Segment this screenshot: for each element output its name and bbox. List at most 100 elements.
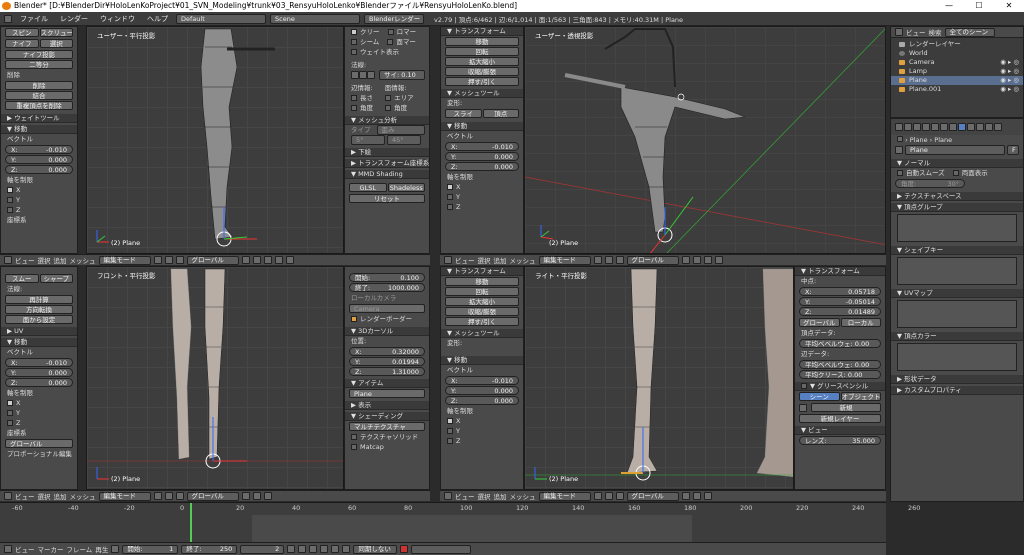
analysis-min-field[interactable]: 5° bbox=[351, 135, 385, 145]
rotate-button[interactable]: 回転 bbox=[445, 287, 519, 296]
face-angle-checkbox[interactable]: 角度 bbox=[385, 104, 407, 112]
pivot-icon[interactable] bbox=[164, 492, 173, 500]
maximize-button[interactable]: ☐ bbox=[964, 0, 994, 12]
vertex-groups-list[interactable] bbox=[897, 214, 1017, 242]
start-frame-field[interactable]: 開始: 1 bbox=[122, 544, 179, 554]
global-button[interactable]: グローバル bbox=[799, 318, 840, 327]
vertex-select-icon[interactable] bbox=[681, 492, 690, 500]
seam-checkbox[interactable]: シーム bbox=[351, 38, 379, 46]
manipulator-icon[interactable] bbox=[615, 492, 624, 500]
outliner-item-world[interactable]: World bbox=[891, 49, 1023, 58]
snap-icon[interactable] bbox=[714, 256, 723, 264]
layers-tab-icon[interactable] bbox=[904, 123, 912, 131]
minimize-button[interactable]: — bbox=[934, 0, 964, 12]
vector-y-field[interactable]: Y: 0.000 bbox=[5, 155, 73, 164]
shadeless-button[interactable]: Shadeless bbox=[387, 183, 425, 192]
uv-maps-header[interactable]: ▼ UVマップ bbox=[891, 289, 1023, 298]
delete-button[interactable]: 削除 bbox=[5, 81, 73, 90]
item-name-field[interactable]: Plane bbox=[349, 389, 425, 398]
local-button[interactable]: ローカル bbox=[840, 318, 881, 327]
pivot-icon[interactable] bbox=[604, 492, 613, 500]
auto-smooth-angle-field[interactable]: 角度: 30° bbox=[895, 179, 965, 188]
merge-button[interactable]: 結合 bbox=[5, 91, 73, 100]
shading-header[interactable]: ▼ シェーディング bbox=[345, 412, 429, 421]
jump-end-icon[interactable] bbox=[342, 545, 351, 553]
bisect-button[interactable]: 二等分 bbox=[5, 60, 73, 69]
constraint-y-checkbox[interactable]: Y bbox=[1, 408, 77, 418]
record-icon[interactable] bbox=[111, 545, 120, 553]
vector-x-field[interactable]: X: -0.010 bbox=[445, 142, 519, 151]
menu-file[interactable]: ファイル bbox=[16, 14, 52, 24]
sync-mode-select[interactable]: 同期しない bbox=[353, 544, 398, 554]
texture-solid-checkbox[interactable]: テクスチャソリッド bbox=[345, 432, 429, 442]
next-keyframe-icon[interactable] bbox=[331, 545, 340, 553]
smooth-button[interactable]: スムー bbox=[5, 274, 39, 283]
current-frame-field[interactable]: 2 bbox=[240, 544, 285, 554]
add-menu[interactable]: 追加 bbox=[494, 491, 507, 501]
auto-keying-icon[interactable] bbox=[400, 545, 409, 553]
shape-keys-header[interactable]: ▼ シェイプキー bbox=[891, 246, 1023, 255]
pivot-icon[interactable] bbox=[164, 256, 173, 264]
vector-z-field[interactable]: Z: 0.000 bbox=[445, 396, 519, 405]
vertex-normal-icon[interactable] bbox=[351, 71, 359, 79]
auto-smooth-checkbox[interactable]: 自動スムーズ bbox=[897, 169, 945, 177]
recalculate-button[interactable]: 再計算 bbox=[5, 295, 73, 304]
mesh-menu[interactable]: メッシュ bbox=[510, 255, 536, 265]
shading-icon[interactable] bbox=[593, 256, 602, 264]
physics-tab-icon[interactable] bbox=[994, 123, 1002, 131]
push-pull-button[interactable]: 押す/引く bbox=[445, 77, 519, 86]
visibility-icons[interactable]: ◉ ▸ ◎ bbox=[1000, 85, 1019, 94]
constraint-z-checkbox[interactable]: Z bbox=[1, 418, 77, 428]
transform-header[interactable]: ▼ トランスフォーム bbox=[441, 27, 523, 36]
menu-window[interactable]: ウィンドウ bbox=[96, 14, 139, 24]
reset-button[interactable]: リセット bbox=[349, 194, 425, 203]
knife-project-button[interactable]: ナイフ投影 bbox=[5, 50, 73, 59]
orientation-select[interactable]: グローバル bbox=[626, 491, 679, 501]
timeline-view-menu[interactable]: ビュー bbox=[15, 544, 35, 554]
normal-size-field[interactable]: サイ: 0.10 bbox=[379, 70, 425, 80]
transform-header[interactable]: ▼ トランスフォーム bbox=[441, 267, 523, 276]
mesh-menu[interactable]: メッシュ bbox=[510, 491, 536, 501]
split-normal-icon[interactable] bbox=[367, 71, 375, 79]
mesh-menu[interactable]: メッシュ bbox=[70, 491, 96, 501]
keying-set-field[interactable] bbox=[411, 544, 472, 554]
viewport-user-persp[interactable]: ユーザー・透視投影 (2) Plane bbox=[524, 26, 886, 254]
set-from-faces-button[interactable]: 面から設定 bbox=[5, 315, 73, 324]
double-sided-checkbox[interactable]: 両面表示 bbox=[952, 169, 988, 177]
constraint-y-checkbox[interactable]: Y bbox=[441, 426, 523, 436]
vertex-groups-header[interactable]: ▼ 頂点グループ bbox=[891, 203, 1023, 212]
move-button[interactable]: 移動 bbox=[445, 37, 519, 46]
outliner-item-camera[interactable]: Camera ◉ ▸ ◎ bbox=[891, 58, 1023, 67]
render-border-checkbox[interactable]: レンダーボーダー bbox=[345, 314, 429, 324]
timeline-playback-menu[interactable]: 再生 bbox=[95, 544, 108, 554]
manipulator-icon[interactable] bbox=[175, 492, 184, 500]
mesh-name-field[interactable]: Plane bbox=[905, 145, 1005, 155]
push-pull-button[interactable]: 押す/引く bbox=[445, 317, 519, 326]
manipulator-icon[interactable] bbox=[615, 256, 624, 264]
vector-y-field[interactable]: Y: 0.000 bbox=[445, 152, 519, 161]
select-menu[interactable]: 選択 bbox=[38, 255, 51, 265]
sharp-button[interactable]: シャープ bbox=[39, 274, 73, 283]
mesh-tools-header[interactable]: ▼ メッシュツール bbox=[441, 89, 523, 98]
shape-keys-list[interactable] bbox=[897, 257, 1017, 285]
vertex-select-icon[interactable] bbox=[241, 256, 250, 264]
lens-field[interactable]: レンズ: 35.000 bbox=[799, 436, 881, 445]
constraint-y-checkbox[interactable]: Y bbox=[441, 192, 523, 202]
outliner-item-plane[interactable]: Plane ◉ ▸ ◎ bbox=[891, 76, 1023, 85]
edge-bevel-weight-field[interactable]: 平均ベベルウェ: 0.00 bbox=[799, 360, 881, 369]
mode-select[interactable]: 編集モード bbox=[538, 255, 591, 265]
visibility-icons[interactable]: ◉ ▸ ◎ bbox=[1000, 76, 1019, 85]
orientation-select[interactable]: グローバル bbox=[186, 255, 239, 265]
view-menu[interactable]: ビュー bbox=[455, 491, 475, 501]
scene-select[interactable]: Scene bbox=[270, 13, 360, 24]
cursor-x-field[interactable]: X: 0.32000 bbox=[349, 347, 425, 356]
add-menu[interactable]: 追加 bbox=[494, 255, 507, 265]
geometry-data-header[interactable]: ▶ 形状データ bbox=[891, 375, 1023, 384]
local-camera-field[interactable]: Camera bbox=[349, 304, 425, 313]
edge-select-icon[interactable] bbox=[692, 256, 701, 264]
slide-button[interactable]: スライ bbox=[445, 109, 482, 118]
constraint-z-checkbox[interactable]: Z bbox=[1, 205, 77, 215]
outliner-item-lamp[interactable]: Lamp ◉ ▸ ◎ bbox=[891, 67, 1023, 76]
3d-cursor-header[interactable]: ▼ 3Dカーソル bbox=[345, 327, 429, 336]
view-menu[interactable]: ビュー bbox=[15, 255, 35, 265]
